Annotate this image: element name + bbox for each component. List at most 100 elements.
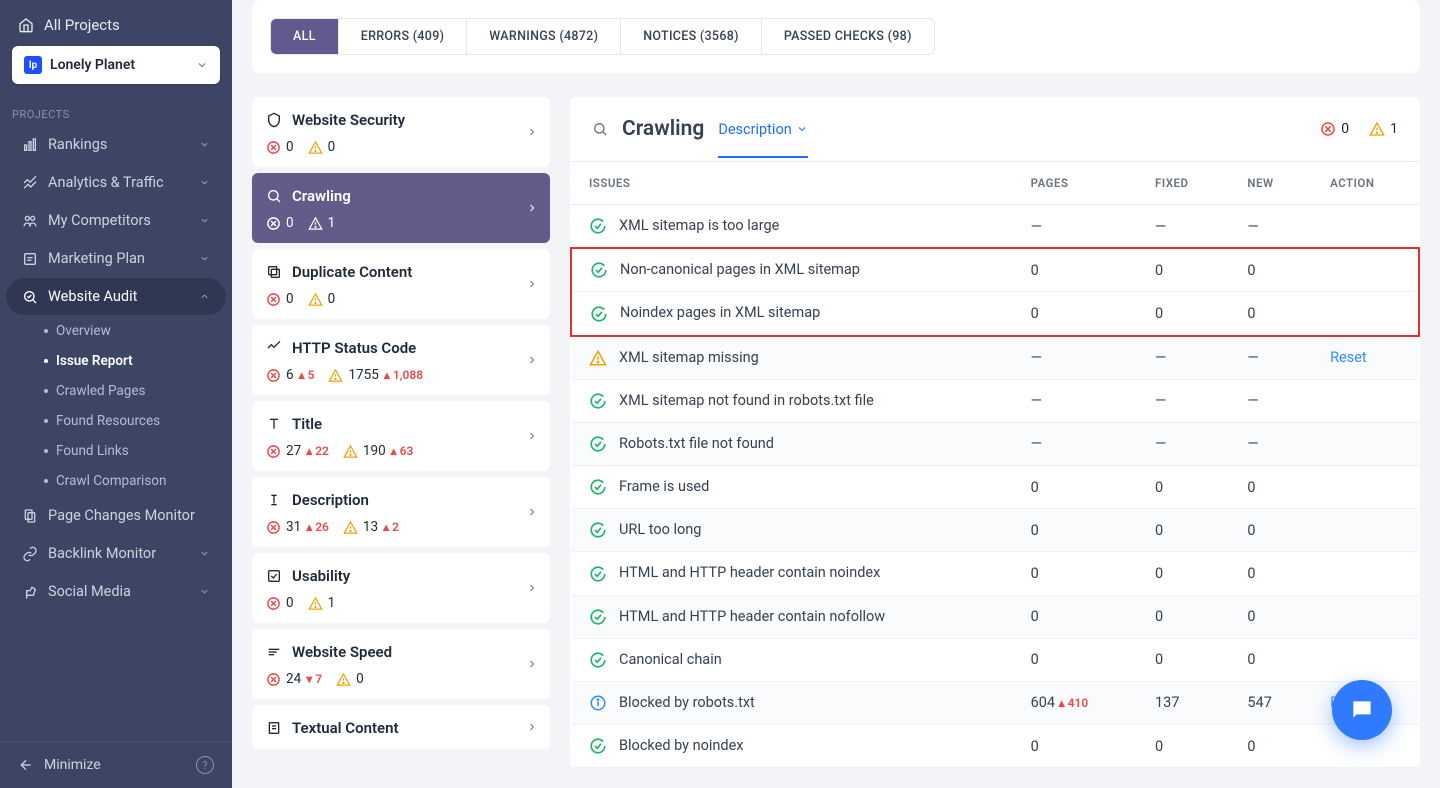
error-delta: ▾ 7 (306, 672, 322, 686)
issue-row[interactable]: HTML and HTTP header contain nofollow 0 … (571, 595, 1419, 638)
issue-row[interactable]: Non-canonical pages in XML sitemap 0 0 0 (571, 248, 1419, 292)
sidebar-subitem-found-links[interactable]: Found Links (44, 436, 232, 466)
issue-name-cell: Blocked by noindex (571, 725, 1013, 768)
help-icon[interactable]: ? (196, 756, 214, 774)
category-panel[interactable]: Website Security00Crawling01Duplicate Co… (252, 97, 550, 768)
pages-cell: 0 (1013, 552, 1137, 595)
error-count: 0 (286, 215, 294, 231)
issues-table: ISSUES PAGES FIXED NEW ACTION XML sitema… (570, 161, 1420, 768)
subitem-label: Found Resources (56, 413, 160, 429)
warning-icon (336, 672, 351, 687)
chevron-down-icon (199, 253, 210, 264)
action-cell (1312, 466, 1419, 509)
issue-name-cell: Blocked by robots.txt (571, 681, 1013, 724)
issue-row[interactable]: XML sitemap missing — — — Reset (571, 336, 1419, 380)
subitem-label: Crawl Comparison (56, 473, 166, 489)
issue-row[interactable]: Blocked by robots.txt 604 ▴ 410 137 547 … (571, 681, 1419, 724)
bullet-icon (44, 359, 48, 363)
sidebar-item-my-competitors[interactable]: My Competitors (6, 202, 226, 239)
check-icon (590, 305, 608, 323)
warn-count: 1755 (348, 367, 378, 383)
category-card[interactable]: Description31▴ 2613▴ 2 (252, 477, 550, 547)
action-cell: Reset (1312, 336, 1419, 380)
category-icon (266, 112, 282, 128)
projects-section-label: PROJECTS (0, 100, 232, 125)
sidebar-item-rankings[interactable]: Rankings (6, 126, 226, 163)
category-name: HTTP Status Code (292, 339, 416, 357)
nav-label: Rankings (48, 136, 107, 153)
reset-link[interactable]: Reset (1330, 349, 1367, 366)
category-card[interactable]: Usability01 (252, 553, 550, 623)
chevron-right-icon (526, 658, 538, 670)
category-name: Textual Content (292, 719, 399, 737)
category-icon (266, 264, 282, 280)
sidebar-subitem-crawl-comparison[interactable]: Crawl Comparison (44, 466, 232, 496)
warn-count: 190 (363, 443, 386, 459)
issue-row[interactable]: Blocked by noindex 0 0 0 (571, 725, 1419, 768)
sidebar-item-marketing-plan[interactable]: Marketing Plan (6, 240, 226, 277)
sidebar-item-analytics-traffic[interactable]: Analytics & Traffic (6, 164, 226, 201)
category-card[interactable]: Crawling01 (252, 173, 550, 243)
error-count: 6 (286, 367, 294, 383)
category-card[interactable]: Duplicate Content00 (252, 249, 550, 319)
new-cell: 0 (1229, 248, 1312, 292)
action-cell (1312, 292, 1419, 336)
pages-cell: — (1013, 422, 1137, 465)
subitem-label: Crawled Pages (56, 383, 145, 399)
issue-name-cell: XML sitemap is too large (571, 205, 1013, 249)
category-card[interactable]: Website Security00 (252, 97, 550, 167)
chevron-down-icon (199, 215, 210, 226)
category-name: Website Security (292, 111, 405, 129)
sidebar-nav: Rankings Analytics & Traffic My Competitor… (0, 125, 232, 611)
check-icon (589, 521, 607, 539)
issue-name: Non-canonical pages in XML sitemap (620, 261, 860, 278)
filter-tab[interactable]: PASSED CHECKS (98) (762, 19, 934, 54)
issue-row[interactable]: XML sitemap is too large — — — (571, 205, 1419, 249)
error-icon (266, 140, 281, 155)
issue-row[interactable]: Canonical chain 0 0 0 (571, 638, 1419, 681)
all-projects-link[interactable]: All Projects (0, 0, 232, 46)
filter-tab[interactable]: WARNINGS (4872) (467, 19, 621, 54)
issue-row[interactable]: URL too long 0 0 0 (571, 509, 1419, 552)
search-icon[interactable] (592, 121, 608, 137)
sidebar-item-website-audit[interactable]: Website Audit (6, 278, 226, 315)
pages-cell: 0 (1013, 248, 1137, 292)
project-selector[interactable]: lp Lonely Planet (12, 46, 220, 84)
nav-icon (22, 508, 38, 524)
category-icon (266, 188, 282, 204)
sidebar-subitem-overview[interactable]: Overview (44, 316, 232, 346)
chevron-right-icon (526, 430, 538, 442)
category-card[interactable]: Title27▴ 22190▴ 63 (252, 401, 550, 471)
new-cell: 0 (1229, 292, 1312, 336)
category-card[interactable]: Textual Content (252, 705, 550, 749)
category-card[interactable]: Website Speed24▾ 70 (252, 629, 550, 699)
issue-row[interactable]: Frame is used 0 0 0 (571, 466, 1419, 509)
action-cell (1312, 595, 1419, 638)
chat-fab[interactable] (1332, 680, 1392, 740)
nav-label: My Competitors (48, 212, 151, 229)
filter-tab[interactable]: NOTICES (3568) (621, 19, 762, 54)
issue-row[interactable]: Noindex pages in XML sitemap 0 0 0 (571, 292, 1419, 336)
issue-row[interactable]: HTML and HTTP header contain noindex 0 0… (571, 552, 1419, 595)
minimize-button[interactable]: Minimize ? (0, 741, 232, 788)
sidebar-item-social-media[interactable]: Social Media (6, 573, 226, 610)
category-counts: 27▴ 22190▴ 63 (266, 443, 536, 459)
filter-tab[interactable]: ALL (271, 19, 339, 54)
category-card[interactable]: HTTP Status Code6▴ 51755▴ 1,088 (252, 325, 550, 395)
error-count: 24 (286, 671, 301, 687)
issue-row[interactable]: XML sitemap not found in robots.txt file… (571, 379, 1419, 422)
header-error-count: 0 (1341, 121, 1349, 137)
chevron-right-icon (526, 506, 538, 518)
sidebar-subitem-crawled-pages[interactable]: Crawled Pages (44, 376, 232, 406)
chevron-right-icon (526, 354, 538, 366)
view-mode-selector[interactable]: Description (718, 121, 807, 158)
filter-tab[interactable]: ERRORS (409) (339, 19, 468, 54)
filter-tabs: ALLERRORS (409)WARNINGS (4872)NOTICES (3… (270, 18, 935, 55)
issue-name: HTML and HTTP header contain noindex (619, 564, 880, 581)
sidebar-item-page-changes-monitor[interactable]: Page Changes Monitor (6, 497, 226, 534)
warn-count: 0 (328, 139, 336, 155)
sidebar-item-backlink-monitor[interactable]: Backlink Monitor (6, 535, 226, 572)
issue-row[interactable]: Robots.txt file not found — — — (571, 422, 1419, 465)
sidebar-subitem-found-resources[interactable]: Found Resources (44, 406, 232, 436)
sidebar-subitem-issue-report[interactable]: Issue Report (44, 346, 232, 376)
